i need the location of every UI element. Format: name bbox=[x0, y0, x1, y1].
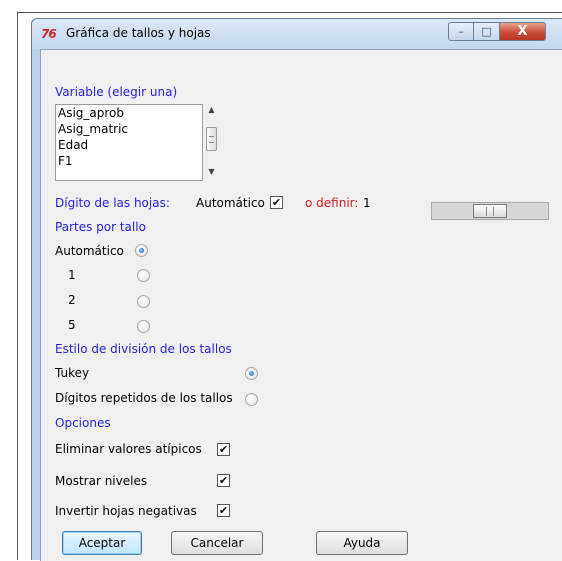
variable-list-item[interactable]: Edad bbox=[56, 137, 202, 153]
leaf-digit-label: Dígito de las hojas: bbox=[55, 196, 170, 210]
variable-list-item[interactable]: F1 bbox=[56, 153, 202, 169]
maximize-button[interactable]: □ bbox=[474, 22, 500, 41]
tukey-radio[interactable] bbox=[245, 367, 258, 380]
invert-negative-leaves-checkbox[interactable]: ✔ bbox=[217, 504, 230, 517]
variable-scrollbar[interactable]: ▲ ▼ bbox=[203, 104, 220, 181]
parts-option-label: Automático bbox=[55, 244, 124, 258]
division-style-label: Estilo de división de los tallos bbox=[55, 342, 232, 356]
show-levels-checkbox[interactable]: ✔ bbox=[217, 474, 230, 487]
leaf-digit-auto-checkbox[interactable]: ✔ bbox=[270, 196, 283, 209]
parts-auto-radio[interactable] bbox=[135, 244, 148, 257]
variable-listbox[interactable]: Asig_aprob Asig_matric Edad F1 bbox=[55, 104, 203, 181]
variable-list-item[interactable]: Asig_aprob bbox=[56, 105, 202, 121]
parts-2-radio[interactable] bbox=[137, 295, 150, 308]
dialog-window: 76 Gráfica de tallos y hojas – □ X Varia… bbox=[31, 18, 562, 561]
minimize-button[interactable]: – bbox=[448, 22, 474, 41]
scroll-down-arrow-icon[interactable]: ▼ bbox=[203, 167, 220, 181]
scrollbar-thumb[interactable] bbox=[206, 127, 217, 151]
parts-option-label: 1 bbox=[68, 268, 76, 282]
define-value: 1 bbox=[363, 196, 371, 210]
define-label: o definir: bbox=[305, 196, 359, 210]
close-icon: X bbox=[517, 24, 528, 39]
variable-section-label: Variable (elegir una) bbox=[55, 85, 178, 99]
app-logo-icon: 76 bbox=[41, 27, 57, 41]
leaf-digit-slider[interactable] bbox=[431, 202, 549, 220]
repeated-digits-radio[interactable] bbox=[245, 393, 258, 406]
window-title: Gráfica de tallos y hojas bbox=[66, 26, 211, 40]
cancel-button[interactable]: Cancelar bbox=[171, 531, 263, 555]
variable-list-item[interactable]: Asig_matric bbox=[56, 121, 202, 137]
maximize-icon: □ bbox=[481, 25, 492, 38]
parts-1-radio[interactable] bbox=[137, 269, 150, 282]
dialog-body: Variable (elegir una) Asig_aprob Asig_ma… bbox=[40, 49, 562, 561]
division-option-label: Dígitos repetidos de los tallos bbox=[55, 391, 233, 405]
ok-button[interactable]: Aceptar bbox=[62, 531, 142, 555]
parts-option-label: 5 bbox=[68, 318, 76, 332]
leaf-digit-auto-label: Automático bbox=[196, 196, 265, 210]
division-option-label: Tukey bbox=[55, 366, 90, 380]
option-label: Eliminar valores atípicos bbox=[55, 442, 202, 456]
parts-per-stem-label: Partes por tallo bbox=[55, 220, 146, 234]
close-button[interactable]: X bbox=[500, 22, 546, 41]
window-controls: – □ X bbox=[448, 22, 546, 41]
slider-thumb[interactable] bbox=[473, 204, 507, 218]
minimize-icon: – bbox=[458, 25, 464, 38]
scroll-up-arrow-icon[interactable]: ▲ bbox=[203, 105, 220, 119]
parts-5-radio[interactable] bbox=[137, 320, 150, 333]
option-label: Invertir hojas negativas bbox=[55, 504, 197, 518]
help-button[interactable]: Ayuda bbox=[316, 531, 408, 555]
option-label: Mostrar niveles bbox=[55, 474, 148, 488]
options-section-label: Opciones bbox=[55, 416, 111, 430]
remove-outliers-checkbox[interactable]: ✔ bbox=[217, 443, 230, 456]
title-bar[interactable]: 76 Gráfica de tallos y hojas – □ X bbox=[32, 19, 562, 49]
parts-option-label: 2 bbox=[68, 293, 76, 307]
